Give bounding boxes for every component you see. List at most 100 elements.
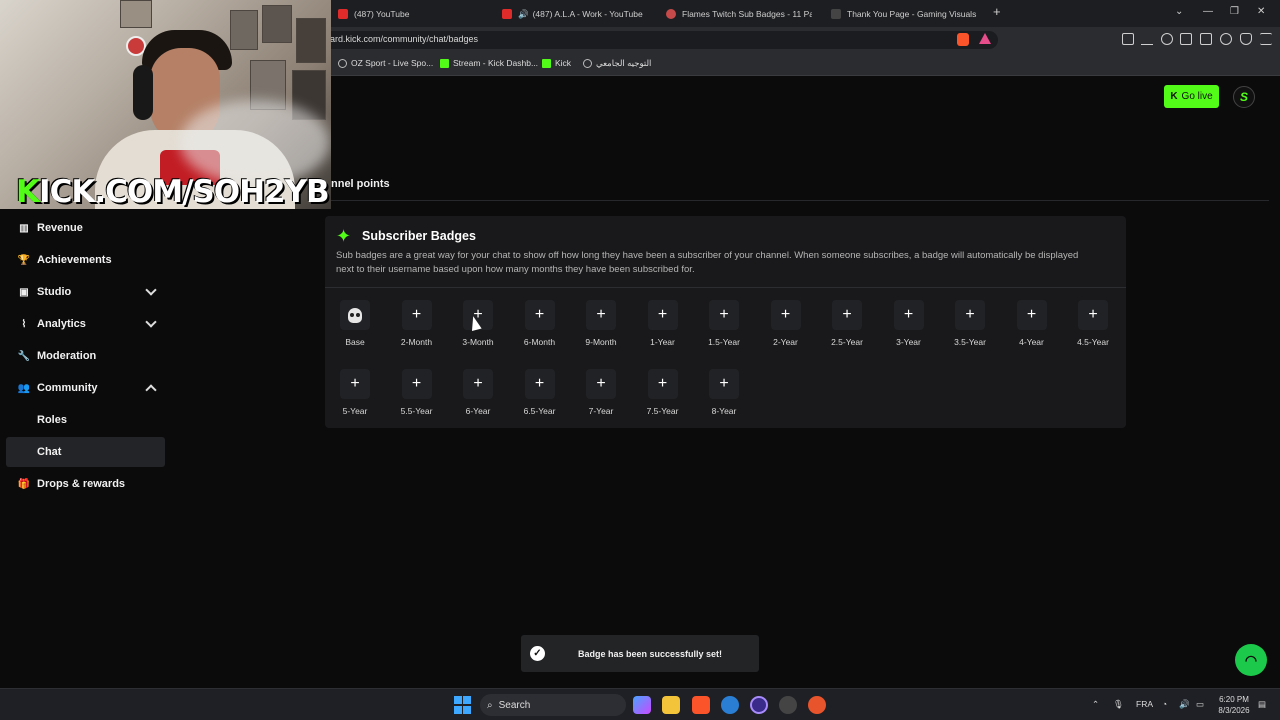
new-tab-button[interactable]: + (993, 4, 1001, 19)
music-icon[interactable] (1161, 33, 1173, 45)
telegram-icon[interactable] (721, 696, 739, 714)
badge-slot[interactable]: +1.5-Year (694, 300, 754, 350)
copilot-icon[interactable] (633, 696, 651, 714)
chevron-up-icon[interactable]: ⌃ (1092, 699, 1099, 710)
bookmark-item[interactable]: التوجيه الجامعي (583, 58, 651, 69)
browser-tab[interactable]: Thank You Page - Gaming Visuals (831, 4, 981, 24)
menu-icon[interactable] (1260, 33, 1272, 45)
system-clock[interactable]: 6:20 PM 8/3/2026 (1214, 694, 1254, 716)
add-badge-button[interactable]: + (1078, 300, 1108, 330)
sidebar-item-analytics[interactable]: ⌇ Analytics (6, 309, 165, 339)
sidebar-item-community[interactable]: 👥 Community (6, 373, 165, 403)
sidebar-item-moderation[interactable]: 🔧 Moderation (6, 341, 165, 371)
badge-slot[interactable]: +3.5-Year (940, 300, 1000, 350)
sidebar-item-achievements[interactable]: 🏆 Achievements (6, 245, 165, 275)
badge-slot[interactable]: +4.5-Year (1063, 300, 1123, 350)
volume-icon[interactable]: 🔊 (1179, 699, 1190, 710)
headset-icon: ◠ (1244, 651, 1258, 668)
leo-ai-icon[interactable] (1220, 33, 1232, 45)
browser-tab[interactable]: (487) YouTube (338, 4, 488, 24)
brave-browser-icon[interactable] (692, 696, 710, 714)
bookmark-item[interactable]: Stream - Kick Dashb... (440, 58, 538, 68)
notification-icon[interactable]: ▤ (1258, 699, 1266, 710)
badge-slot[interactable]: +2-Month (387, 300, 447, 350)
badge-label: 2-Year (773, 337, 798, 347)
badge-slot[interactable]: +7-Year (571, 369, 631, 419)
tv-icon: ▣ (19, 286, 29, 298)
badge-slot[interactable]: +6.5-Year (510, 369, 570, 419)
badge-label: 4-Year (1019, 337, 1044, 347)
add-badge-button[interactable]: + (586, 369, 616, 399)
duckduckgo-icon[interactable] (808, 696, 826, 714)
channel-url-overlay: KICK.COM/SOH2YB (16, 174, 330, 209)
close-icon[interactable]: ✕ (1257, 6, 1265, 17)
badge-slot[interactable]: +5-Year (325, 369, 385, 419)
add-badge-button[interactable]: + (709, 300, 739, 330)
add-badge-button[interactable]: + (955, 300, 985, 330)
vpn-shield-icon[interactable] (1240, 33, 1252, 45)
sidebar-item-drops-rewards[interactable]: 🎁 Drops & rewards (6, 469, 165, 499)
sidebar-item-chat[interactable]: Chat (6, 437, 165, 467)
battery-icon[interactable]: ▭ (1196, 699, 1204, 710)
sidebar-item-studio[interactable]: ▣ Studio (6, 277, 165, 307)
badge-slot[interactable]: +2-Year (756, 300, 816, 350)
add-badge-button[interactable]: + (401, 369, 432, 399)
brave-rewards-icon[interactable] (979, 33, 991, 44)
brave-shield-icon[interactable] (957, 33, 969, 46)
microphone-icon[interactable]: 🎙 (1113, 699, 1124, 710)
add-badge-button[interactable]: + (401, 300, 432, 330)
browser-tab[interactable]: 🔊 (487) A.L.A - Work - YouTube (502, 4, 652, 24)
language-indicator[interactable]: FRA (1136, 699, 1153, 709)
sidebar-item-roles[interactable]: Roles (6, 405, 165, 435)
badge-slot[interactable]: +9-Month (571, 300, 631, 350)
add-badge-button[interactable]: + (586, 300, 616, 330)
avatar[interactable]: S (1233, 86, 1255, 108)
tab-channel-points[interactable]: nnel points (331, 178, 390, 190)
add-badge-button[interactable]: + (1016, 300, 1047, 330)
badge-slot[interactable]: Base (325, 300, 385, 350)
wallet-icon[interactable] (1200, 33, 1212, 45)
minimize-icon[interactable]: — (1203, 6, 1213, 17)
extensions-icon[interactable] (1122, 33, 1134, 45)
badge-slot[interactable]: +5.5-Year (387, 369, 447, 419)
wifi-icon[interactable]: ◔ (1162, 699, 1167, 709)
browser-tab[interactable]: Flames Twitch Sub Badges - 11 Pack (666, 4, 812, 24)
support-chat-button[interactable]: ◠ (1235, 644, 1267, 676)
people-icon: 👥 (17, 382, 31, 394)
bookmark-item[interactable]: OZ Sport - Live Spo... (338, 58, 433, 68)
go-live-button[interactable]: K Go live (1164, 85, 1219, 108)
add-badge-button[interactable]: + (647, 369, 678, 399)
add-badge-button[interactable]: + (832, 300, 862, 330)
badge-label: 6-Month (523, 337, 556, 347)
badge-slot[interactable]: +1-Year (633, 300, 693, 350)
bookmark-item[interactable]: Kick (542, 58, 571, 68)
chevron-down-icon (145, 316, 157, 328)
sidebar-item-revenue[interactable]: ▥ Revenue (6, 213, 165, 243)
add-badge-button[interactable]: + (524, 369, 555, 399)
add-badge-button[interactable]: + (709, 369, 739, 399)
badge-slot[interactable]: +6-Year (448, 369, 508, 419)
file-explorer-icon[interactable] (662, 696, 680, 714)
badge-slot[interactable]: +8-Year (694, 369, 754, 419)
chevron-down-icon[interactable]: ⌄ (1175, 6, 1183, 17)
badge-slot[interactable]: +3-Year (879, 300, 939, 350)
app-icon[interactable] (750, 696, 768, 714)
badge-slot[interactable]: +4-Year (1002, 300, 1062, 350)
add-badge-button[interactable]: + (524, 300, 555, 330)
address-bar[interactable]: ard.kick.com/community/chat/badges (322, 31, 998, 49)
windows-start-icon[interactable] (454, 696, 472, 714)
add-badge-button[interactable]: + (893, 300, 924, 330)
taskbar-search[interactable]: ⌕ Search (480, 694, 626, 716)
badge-slot[interactable]: +6-Month (510, 300, 570, 350)
add-badge-button[interactable]: + (463, 369, 493, 399)
download-icon[interactable] (1141, 33, 1153, 45)
badge-slot[interactable]: +2.5-Year (817, 300, 877, 350)
sidebar-icon[interactable] (1180, 33, 1192, 45)
badge-slot[interactable]: +7.5-Year (633, 369, 693, 419)
restore-icon[interactable]: ❐ (1230, 6, 1239, 17)
chrome-icon[interactable] (779, 696, 797, 714)
add-badge-button[interactable]: + (647, 300, 678, 330)
skull-badge-icon[interactable] (340, 300, 370, 330)
add-badge-button[interactable]: + (340, 369, 370, 399)
add-badge-button[interactable]: + (770, 300, 801, 330)
